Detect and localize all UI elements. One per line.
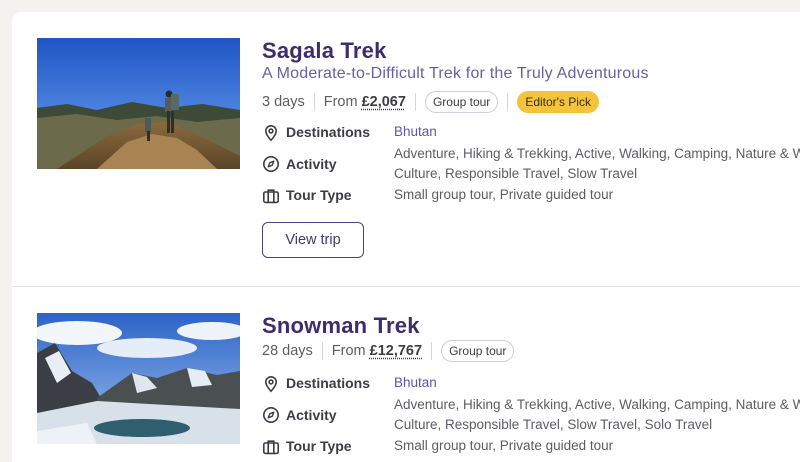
compass-icon — [262, 406, 280, 424]
destinations-label: Destinations — [286, 122, 394, 142]
tour-type-label: Tour Type — [286, 436, 394, 456]
trip-price[interactable]: £12,767 — [370, 343, 422, 359]
activity-line: Adventure, Hiking & Trekking, Active, Wa… — [394, 144, 800, 164]
trip-meta: 28 days From £12,767 Group tour — [262, 339, 800, 363]
meta-divider — [314, 93, 315, 111]
map-pin-icon — [262, 124, 280, 142]
activity-label: Activity — [286, 154, 394, 174]
destinations-row: Destinations Bhutan — [262, 373, 800, 394]
briefcase-icon — [262, 187, 280, 205]
price-from-label: From — [324, 94, 358, 110]
destinations-value[interactable]: Bhutan — [394, 122, 437, 142]
activity-value: Adventure, Hiking & Trekking, Active, Wa… — [394, 395, 800, 435]
trip-info: Sagala Trek A Moderate-to-Difficult Trek… — [262, 38, 800, 258]
group-tour-badge: Group tour — [425, 91, 498, 113]
destinations-row: Destinations Bhutan — [262, 122, 800, 143]
card-divider — [12, 286, 800, 287]
trip-photo[interactable] — [37, 38, 240, 169]
trip-card[interactable]: Sagala Trek A Moderate-to-Difficult Trek… — [12, 12, 800, 287]
map-pin-icon — [262, 375, 280, 393]
tour-type-value: Small group tour, Private guided tour — [394, 185, 613, 205]
activity-label: Activity — [286, 405, 394, 425]
trip-meta: 3 days From £2,067 Group tour Editor's P… — [262, 90, 800, 114]
price-from-label: From — [332, 343, 366, 359]
trip-title[interactable]: Sagala Trek — [262, 38, 800, 64]
trip-title[interactable]: Snowman Trek — [262, 313, 800, 339]
destinations-label: Destinations — [286, 373, 394, 393]
activity-line: Adventure, Hiking & Trekking, Active, Wa… — [394, 395, 800, 415]
meta-divider — [415, 93, 416, 111]
trip-subtitle: A Moderate-to-Difficult Trek for the Tru… — [262, 64, 800, 84]
meta-divider — [431, 342, 432, 360]
editors-pick-badge: Editor's Pick — [517, 91, 599, 113]
tour-type-row: Tour Type Small group tour, Private guid… — [262, 185, 800, 207]
trip-photo[interactable] — [37, 313, 240, 444]
meta-divider — [322, 342, 323, 360]
activity-value: Adventure, Hiking & Trekking, Active, Wa… — [394, 144, 800, 184]
tour-type-value: Small group tour, Private guided tour — [394, 436, 613, 456]
tour-type-label: Tour Type — [286, 185, 394, 205]
trip-info: Snowman Trek 28 days From £12,767 Group … — [262, 313, 800, 458]
trip-price[interactable]: £2,067 — [362, 94, 406, 110]
compass-icon — [262, 155, 280, 173]
group-tour-badge: Group tour — [441, 340, 514, 362]
trip-duration: 3 days — [262, 94, 305, 110]
trip-duration: 28 days — [262, 343, 313, 359]
trip-details: Destinations Bhutan Activity Adventure, … — [262, 373, 800, 458]
trip-details: Destinations Bhutan Activity Adventure, … — [262, 122, 800, 207]
activity-line: Culture, Responsible Travel, Slow Travel — [394, 164, 800, 184]
destinations-value[interactable]: Bhutan — [394, 373, 437, 393]
activity-line: Culture, Responsible Travel, Slow Travel… — [394, 415, 800, 435]
trip-card[interactable]: Snowman Trek 28 days From £12,767 Group … — [12, 288, 800, 462]
view-trip-button[interactable]: View trip — [262, 222, 364, 258]
meta-divider — [507, 93, 508, 111]
activity-row: Activity Adventure, Hiking & Trekking, A… — [262, 395, 800, 436]
activity-row: Activity Adventure, Hiking & Trekking, A… — [262, 144, 800, 185]
briefcase-icon — [262, 438, 280, 456]
tour-type-row: Tour Type Small group tour, Private guid… — [262, 436, 800, 458]
